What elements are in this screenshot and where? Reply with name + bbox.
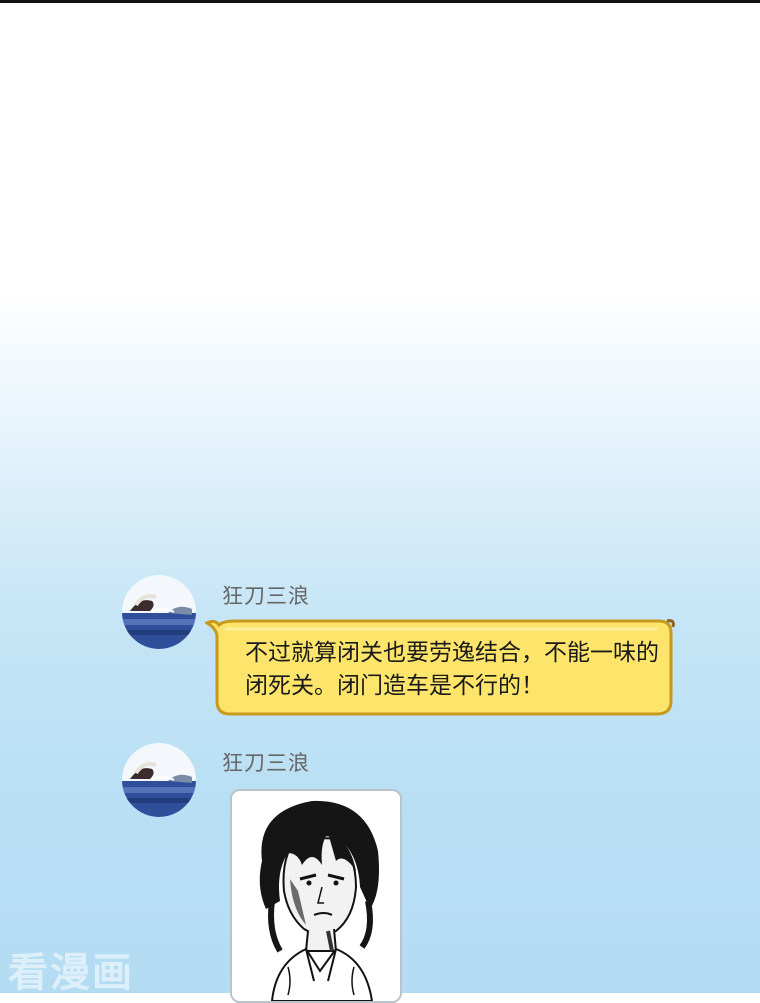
sender-name: 狂刀三浪 (222, 751, 310, 775)
top-border (0, 0, 760, 3)
avatar-seascape-icon (122, 743, 196, 817)
watermark: 看漫画 (8, 950, 134, 996)
sender-avatar[interactable] (122, 743, 196, 817)
sender-avatar[interactable] (122, 575, 196, 649)
image-message[interactable] (230, 789, 402, 1003)
sender-name: 狂刀三浪 (222, 584, 310, 608)
manga-character-sketch-icon (232, 791, 400, 1001)
avatar-seascape-icon (122, 575, 196, 649)
message-bubble[interactable]: 不过就算闭关也要劳逸结合，不能一味的闭死关。闭门造车是不行的！ (205, 617, 677, 718)
message-text: 不过就算闭关也要劳逸结合，不能一味的闭死关。闭门造车是不行的！ (245, 640, 659, 699)
